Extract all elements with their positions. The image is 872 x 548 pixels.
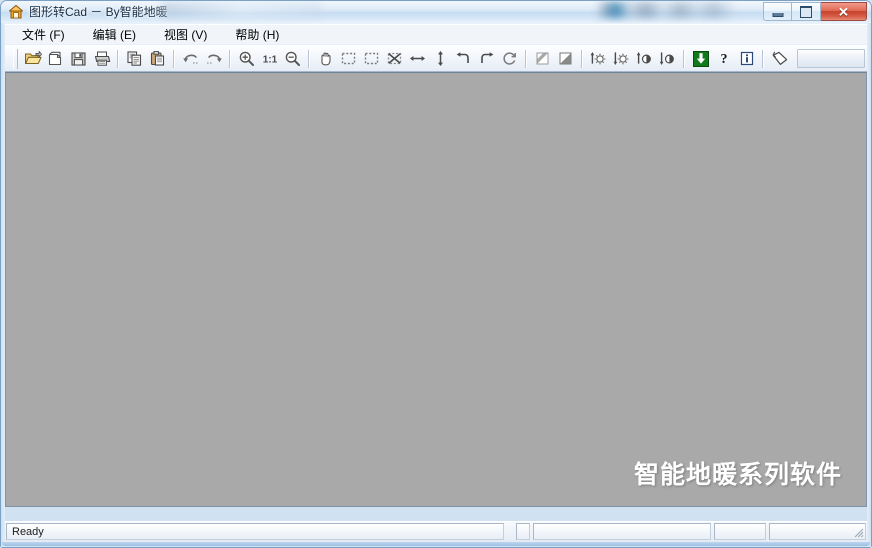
menu-bar: 文件 (F) 编辑 (E) 视图 (V) 帮助 (H)	[5, 24, 867, 44]
contrast-down-icon[interactable]	[656, 48, 679, 70]
svg-text:?: ?	[720, 52, 727, 67]
tag-label-icon[interactable]	[768, 48, 791, 70]
paste-icon[interactable]	[146, 48, 169, 70]
copy-icon[interactable]	[123, 48, 146, 70]
toolbar-separator	[762, 50, 764, 68]
zoom-actual-size-icon[interactable]: 1:1	[258, 48, 281, 70]
close-button[interactable]: ✕	[821, 2, 867, 21]
toolbar-separator	[581, 50, 583, 68]
toolbar-empty-area	[797, 49, 865, 68]
window-bottom-edge	[2, 542, 870, 546]
toolbar-separator	[308, 50, 310, 68]
zoom-in-icon[interactable]	[235, 48, 258, 70]
undo-icon[interactable]	[179, 48, 202, 70]
open-folder-icon[interactable]	[21, 48, 44, 70]
maximize-icon	[800, 6, 812, 18]
minimize-icon	[772, 13, 783, 17]
minimize-button[interactable]	[763, 2, 792, 21]
status-ready-pane: Ready	[6, 523, 504, 540]
zoom-out-icon[interactable]	[281, 48, 304, 70]
select-marquee-icon[interactable]	[337, 48, 360, 70]
brightness-up-icon[interactable]	[587, 48, 610, 70]
toolbar-separator	[525, 50, 527, 68]
toolbar-separator	[173, 50, 175, 68]
toolbar-separator	[117, 50, 119, 68]
toolbar-separator	[683, 50, 685, 68]
svg-text:1:1: 1:1	[262, 54, 277, 65]
status-spacer	[504, 522, 516, 542]
canvas-watermark: 智能地暖系列软件	[634, 455, 842, 491]
resize-grip-icon[interactable]	[851, 525, 864, 538]
contrast-up-icon[interactable]	[633, 48, 656, 70]
window-frame: 图形转Cad － By智能地暖 ✕ 文件 (F) 编辑 (E) 视图 (V)	[0, 0, 872, 548]
redo-icon[interactable]	[202, 48, 225, 70]
menu-help[interactable]: 帮助 (H)	[228, 24, 286, 45]
rotate-refresh-icon[interactable]	[498, 48, 521, 70]
redacted-title-region-1	[161, 2, 321, 18]
print-icon[interactable]	[90, 48, 113, 70]
window-title: 图形转Cad － By智能地暖	[29, 3, 168, 20]
flip-horizontal-icon[interactable]	[406, 48, 429, 70]
toolbar-drag-handle[interactable]	[13, 49, 18, 69]
status-pane-2	[516, 523, 530, 540]
status-pane-4	[714, 523, 766, 540]
canvas-area[interactable]: 智能地暖系列软件	[5, 72, 867, 507]
toolbar-separator	[229, 50, 231, 68]
maximize-button[interactable]	[792, 2, 821, 21]
gradient-line-icon[interactable]	[531, 48, 554, 70]
window-controls: ✕	[763, 2, 867, 21]
title-bar[interactable]: 图形转Cad － By智能地暖 ✕	[1, 1, 871, 23]
brightness-down-icon[interactable]	[610, 48, 633, 70]
house-icon	[8, 4, 24, 20]
menu-view[interactable]: 视图 (V)	[157, 24, 214, 45]
close-icon: ✕	[838, 5, 849, 18]
status-pane-5	[769, 523, 866, 540]
new-shape-icon[interactable]	[44, 48, 67, 70]
rotate-right-icon[interactable]	[475, 48, 498, 70]
clear-selection-icon[interactable]	[383, 48, 406, 70]
window-border-right	[867, 23, 871, 547]
select-marquee-2-icon[interactable]	[360, 48, 383, 70]
application-window: 图形转Cad － By智能地暖 ✕ 文件 (F) 编辑 (E) 视图 (V)	[0, 0, 872, 548]
pan-hand-icon[interactable]	[314, 48, 337, 70]
download-arrow-icon[interactable]	[689, 48, 712, 70]
menu-edit[interactable]: 编辑 (E)	[86, 24, 143, 45]
menu-file[interactable]: 文件 (F)	[15, 24, 72, 45]
info-icon[interactable]	[735, 48, 758, 70]
flip-vertical-icon[interactable]	[429, 48, 452, 70]
gradient-fill-icon[interactable]	[554, 48, 577, 70]
redacted-title-region-2	[596, 2, 736, 18]
rotate-left-icon[interactable]	[452, 48, 475, 70]
save-floppy-icon[interactable]	[67, 48, 90, 70]
help-question-icon[interactable]: ?	[712, 48, 735, 70]
status-pane-3	[533, 523, 711, 540]
status-bar: Ready	[5, 521, 867, 542]
toolbar: 1:1	[5, 45, 867, 72]
